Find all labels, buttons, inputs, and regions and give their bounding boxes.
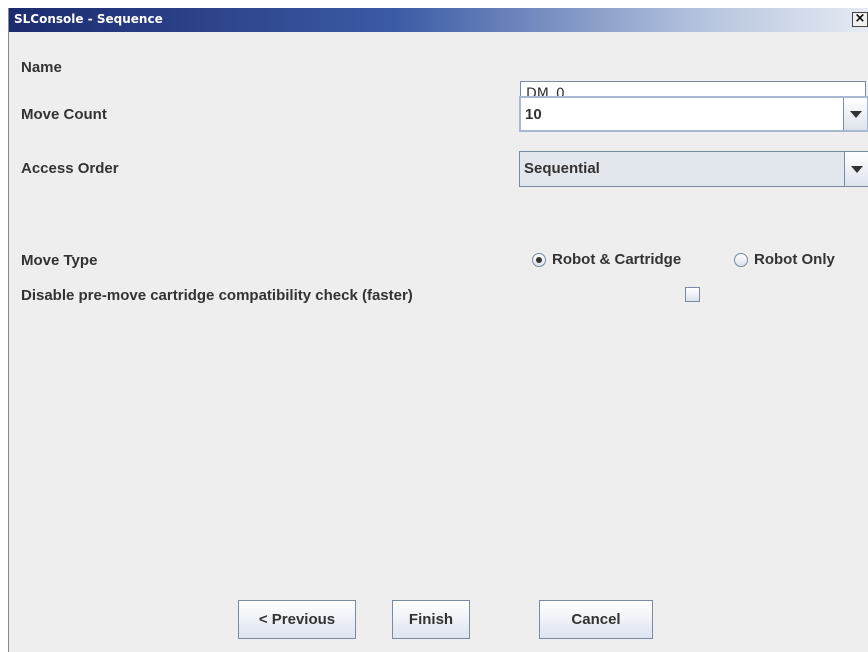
sequence-dialog: SLConsole - Sequence × Name Move Count 1… [8, 8, 868, 652]
disable-check-label: Disable pre-move cartridge compatibility… [21, 287, 413, 304]
close-button[interactable]: × [852, 12, 868, 27]
window-title: SLConsole - Sequence [14, 12, 163, 26]
cancel-button[interactable]: Cancel [539, 600, 653, 639]
previous-button[interactable]: < Previous [238, 600, 356, 639]
move-type-label: Move Type [21, 252, 98, 269]
finish-button[interactable]: Finish [392, 600, 470, 639]
chevron-down-icon[interactable] [843, 98, 867, 130]
move-count-value: 10 [525, 106, 542, 123]
close-icon: × [854, 11, 866, 26]
radio-checked-icon[interactable] [532, 252, 546, 267]
chevron-down-icon[interactable] [844, 152, 868, 186]
title-bar[interactable]: SLConsole - Sequence × [9, 8, 868, 32]
radio-robot-only[interactable]: Robot Only [734, 251, 835, 268]
radio-unchecked-icon[interactable] [734, 252, 748, 267]
access-order-value: Sequential [524, 160, 600, 177]
radio-robot-only-label: Robot Only [754, 251, 835, 268]
move-count-select[interactable]: 10 [519, 96, 868, 132]
radio-robot-cartridge[interactable]: Robot & Cartridge [532, 251, 681, 268]
name-label: Name [21, 59, 62, 76]
disable-check-checkbox[interactable] [685, 287, 700, 302]
access-order-select[interactable]: Sequential [519, 151, 868, 187]
access-order-label: Access Order [21, 160, 119, 177]
radio-robot-cartridge-label: Robot & Cartridge [552, 251, 682, 268]
move-count-label: Move Count [21, 106, 107, 123]
